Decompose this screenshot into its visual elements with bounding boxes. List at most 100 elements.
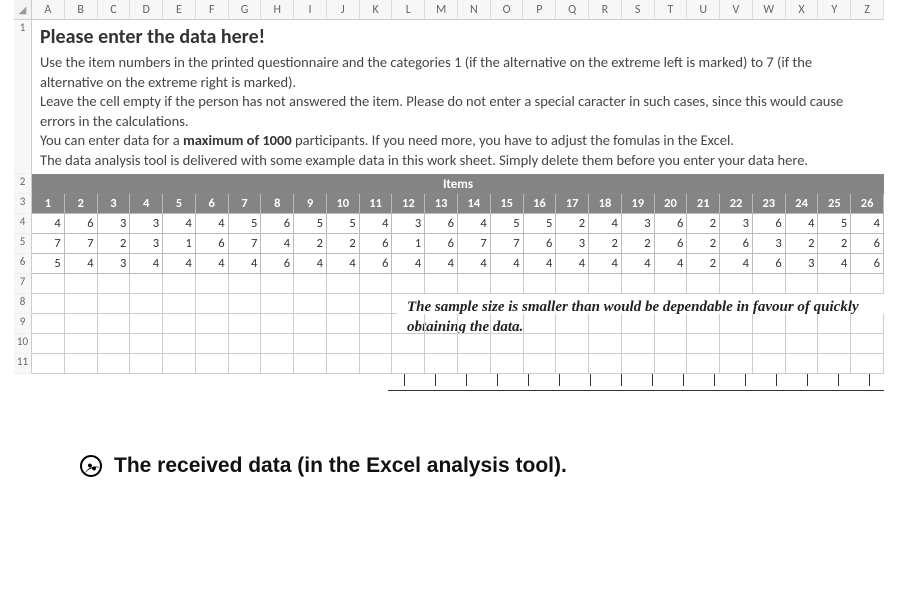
data-cell[interactable]: 4: [818, 254, 851, 274]
row-header[interactable]: 1: [14, 20, 32, 174]
empty-cell[interactable]: [65, 294, 98, 314]
data-cell[interactable]: 6: [851, 254, 884, 274]
data-cell[interactable]: 2: [327, 234, 360, 254]
empty-cell[interactable]: [687, 334, 720, 354]
data-cell[interactable]: 6: [720, 234, 753, 254]
empty-cell[interactable]: [261, 294, 294, 314]
column-header[interactable]: V: [720, 0, 753, 19]
data-cell[interactable]: 4: [458, 214, 491, 234]
empty-cell[interactable]: [360, 274, 393, 294]
empty-cell[interactable]: [655, 274, 688, 294]
data-cell[interactable]: 6: [360, 234, 393, 254]
data-cell[interactable]: 2: [687, 214, 720, 234]
data-cell[interactable]: 3: [130, 214, 163, 234]
row-header[interactable]: 4: [14, 214, 32, 234]
empty-cell[interactable]: [98, 294, 131, 314]
empty-cell[interactable]: [360, 314, 393, 334]
empty-cell[interactable]: [65, 354, 98, 374]
data-cell[interactable]: 1: [163, 234, 196, 254]
data-cell[interactable]: 6: [851, 234, 884, 254]
empty-cell[interactable]: [130, 334, 163, 354]
empty-cell[interactable]: [589, 314, 622, 334]
column-header[interactable]: U: [687, 0, 720, 19]
empty-cell[interactable]: [425, 334, 458, 354]
data-cell[interactable]: 5: [327, 214, 360, 234]
data-cell[interactable]: 2: [687, 234, 720, 254]
column-header[interactable]: A: [32, 0, 65, 19]
empty-cell[interactable]: [196, 294, 229, 314]
data-cell[interactable]: 3: [130, 234, 163, 254]
empty-cell[interactable]: [196, 274, 229, 294]
data-cell[interactable]: 4: [589, 214, 622, 234]
empty-cell[interactable]: [163, 334, 196, 354]
column-header[interactable]: W: [753, 0, 786, 19]
data-cell[interactable]: 3: [720, 214, 753, 234]
empty-cell[interactable]: [720, 274, 753, 294]
empty-cell[interactable]: [589, 274, 622, 294]
data-cell[interactable]: 3: [392, 214, 425, 234]
empty-cell[interactable]: [458, 354, 491, 374]
data-cell[interactable]: 4: [392, 254, 425, 274]
empty-cell[interactable]: [392, 274, 425, 294]
data-cell[interactable]: 5: [524, 214, 557, 234]
empty-cell[interactable]: [32, 354, 65, 374]
data-cell[interactable]: 4: [229, 254, 262, 274]
data-cell[interactable]: 2: [589, 234, 622, 254]
empty-cell[interactable]: [261, 354, 294, 374]
empty-cell[interactable]: [491, 354, 524, 374]
row-header[interactable]: 6: [14, 254, 32, 274]
data-cell[interactable]: 4: [130, 254, 163, 274]
column-header[interactable]: Q: [556, 0, 589, 19]
data-cell[interactable]: 5: [818, 214, 851, 234]
empty-cell[interactable]: [818, 314, 851, 334]
empty-cell[interactable]: [524, 274, 557, 294]
data-cell[interactable]: 3: [753, 234, 786, 254]
empty-cell[interactable]: [130, 294, 163, 314]
row-header[interactable]: 11: [14, 354, 32, 374]
empty-cell[interactable]: [98, 314, 131, 334]
data-cell[interactable]: 4: [294, 254, 327, 274]
empty-cell[interactable]: [622, 314, 655, 334]
empty-cell[interactable]: [720, 334, 753, 354]
empty-cell[interactable]: [32, 314, 65, 334]
empty-cell[interactable]: [753, 334, 786, 354]
empty-cell[interactable]: [524, 354, 557, 374]
data-cell[interactable]: 4: [720, 254, 753, 274]
column-header[interactable]: M: [425, 0, 458, 19]
data-cell[interactable]: 4: [360, 214, 393, 234]
empty-cell[interactable]: [196, 354, 229, 374]
data-cell[interactable]: 2: [786, 234, 819, 254]
data-cell[interactable]: 7: [65, 234, 98, 254]
data-cell[interactable]: 4: [261, 234, 294, 254]
data-cell[interactable]: 4: [65, 254, 98, 274]
data-cell[interactable]: 2: [98, 234, 131, 254]
empty-cell[interactable]: [163, 314, 196, 334]
data-cell[interactable]: 6: [655, 214, 688, 234]
column-header[interactable]: D: [130, 0, 163, 19]
data-cell[interactable]: 6: [425, 234, 458, 254]
empty-cell[interactable]: [327, 294, 360, 314]
data-cell[interactable]: 6: [261, 254, 294, 274]
empty-cell[interactable]: [294, 274, 327, 294]
data-cell[interactable]: 2: [622, 234, 655, 254]
data-cell[interactable]: 5: [294, 214, 327, 234]
empty-cell[interactable]: [655, 334, 688, 354]
empty-cell[interactable]: [360, 334, 393, 354]
empty-cell[interactable]: [851, 354, 884, 374]
empty-cell[interactable]: [687, 354, 720, 374]
empty-cell[interactable]: [622, 354, 655, 374]
empty-cell[interactable]: [196, 334, 229, 354]
data-cell[interactable]: 6: [753, 214, 786, 234]
empty-cell[interactable]: [458, 314, 491, 334]
empty-cell[interactable]: [229, 334, 262, 354]
empty-cell[interactable]: [327, 354, 360, 374]
data-cell[interactable]: 5: [229, 214, 262, 234]
column-header[interactable]: Z: [851, 0, 884, 19]
empty-cell[interactable]: [65, 314, 98, 334]
empty-cell[interactable]: [163, 294, 196, 314]
empty-cell[interactable]: [32, 274, 65, 294]
empty-cell[interactable]: [622, 334, 655, 354]
column-header[interactable]: T: [655, 0, 688, 19]
empty-cell[interactable]: [818, 354, 851, 374]
empty-cell[interactable]: [524, 334, 557, 354]
